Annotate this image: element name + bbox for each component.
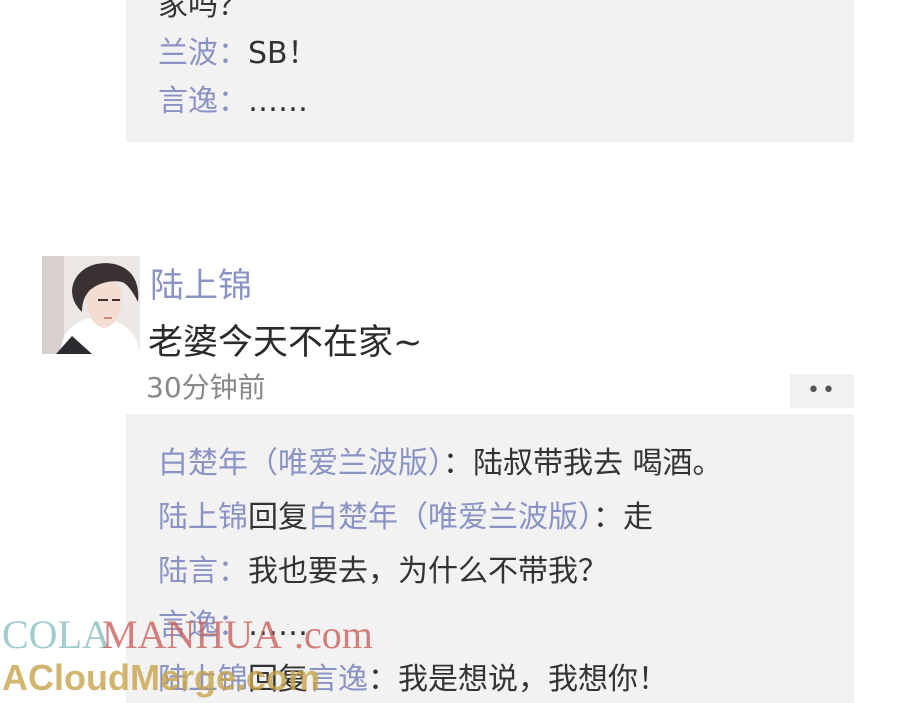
- reply-text: 陆叔带我去 喝酒。: [473, 446, 723, 481]
- reply-author[interactable]: 兰波: [158, 36, 218, 71]
- avatar[interactable]: [42, 256, 140, 354]
- watermark-manhua: MANHUA: [102, 612, 282, 657]
- reply-separator: ：: [218, 84, 248, 119]
- reply-line: 家吗？: [158, 0, 248, 26]
- reply-author[interactable]: 白楚年（唯爱兰波版）: [158, 446, 443, 481]
- reply-author[interactable]: 陆上锦: [158, 500, 248, 535]
- reply-line: 兰波：SB！: [158, 34, 318, 74]
- reply-line: 言逸：……: [158, 82, 308, 122]
- watermark-acloudmerge: ACloudMerge.com: [2, 657, 320, 698]
- avatar-portrait-icon: [42, 256, 140, 354]
- reply-text: ……: [248, 84, 308, 119]
- reply-line: 白楚年（唯爱兰波版）：陆叔带我去 喝酒。: [158, 444, 723, 484]
- reply-author[interactable]: 陆言: [158, 554, 218, 589]
- reply-text: 家吗？: [158, 0, 248, 23]
- reply-line: 陆上锦回复白楚年（唯爱兰波版）：走: [158, 498, 653, 538]
- comment-thread-top: 家吗？ 兰波：SB！ 言逸：……: [126, 0, 854, 142]
- reply-text: SB！: [248, 36, 318, 71]
- reply-separator: ：: [443, 446, 473, 481]
- reply-target[interactable]: 白楚年（唯爱兰波版）: [308, 500, 593, 535]
- post-timestamp: 30分钟前: [146, 371, 266, 404]
- reply-separator: ：: [218, 554, 248, 589]
- post-author[interactable]: 陆上锦: [150, 264, 252, 308]
- post-text: 老婆今天不在家~: [148, 323, 423, 363]
- reply-separator: ：: [593, 500, 623, 535]
- site-watermark: COLA MANHUA .com ACloudMerge.com: [2, 612, 373, 698]
- reply-line: 陆言：我也要去，为什么不带我？: [158, 552, 608, 592]
- watermark-domain: .com: [294, 612, 373, 657]
- reply-text: 我也要去，为什么不带我？: [248, 554, 608, 589]
- more-options-button[interactable]: ••: [790, 374, 854, 408]
- reply-author[interactable]: 言逸: [158, 84, 218, 119]
- reply-text: 走: [623, 500, 653, 535]
- watermark-cola: COLA: [2, 612, 111, 657]
- reply-verb: 回复: [248, 500, 308, 535]
- reply-separator: ：: [218, 36, 248, 71]
